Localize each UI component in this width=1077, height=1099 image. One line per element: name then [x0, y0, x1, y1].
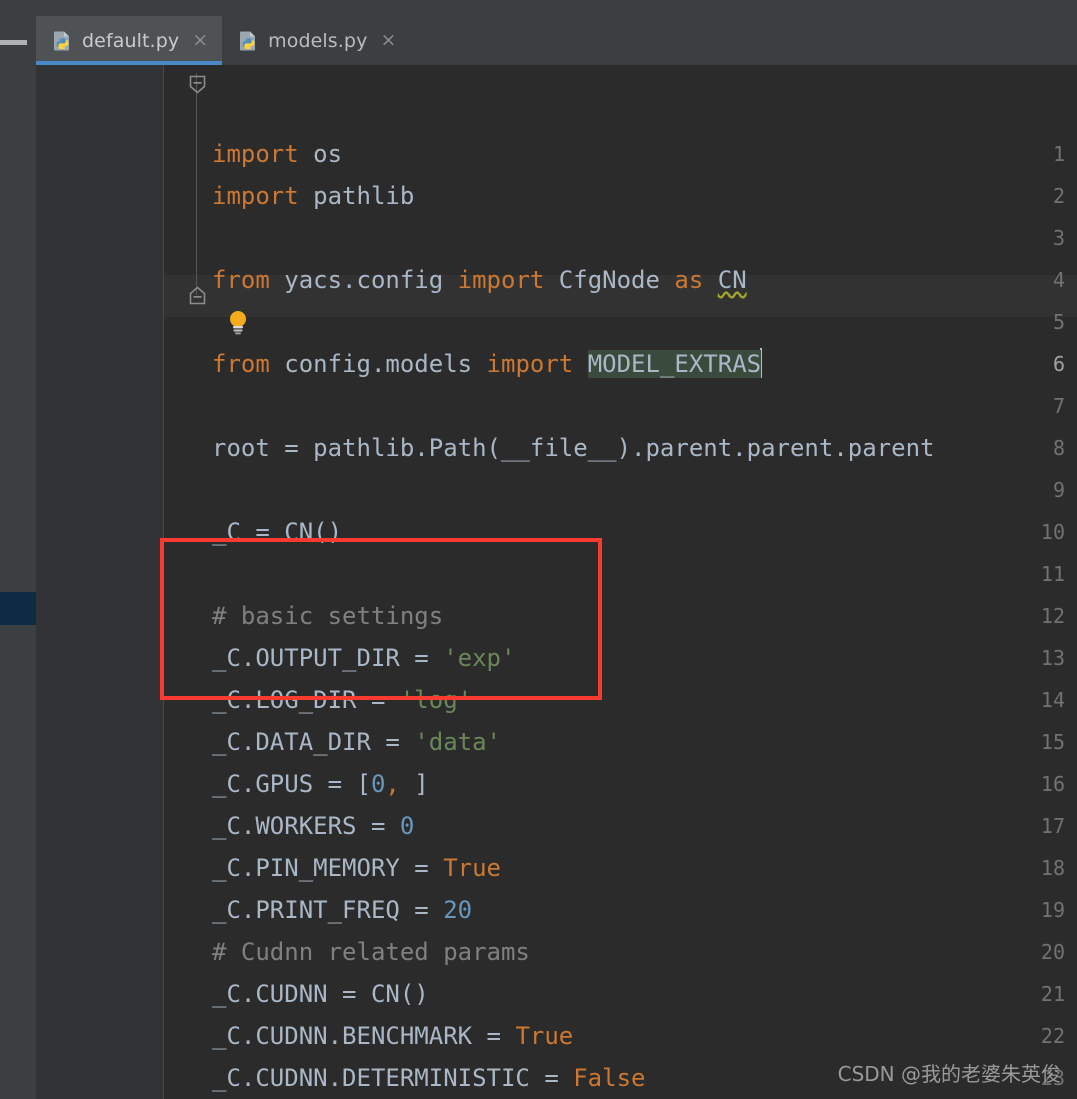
code-line-18: _C.PIN_MEMORY = True — [212, 854, 501, 882]
code-line-21: _C.CUDNN = CN() — [212, 980, 429, 1008]
left-toolwindow-strip-body — [0, 65, 36, 1099]
code-line-17: _C.WORKERS = 0 — [212, 812, 415, 840]
python-file-icon — [52, 30, 73, 51]
code-line-1: import os — [212, 140, 343, 168]
code-line-12: # basic settings — [212, 602, 444, 630]
tab-label: models.py — [268, 29, 368, 52]
code-line-13: _C.OUTPUT_DIR = 'exp' — [212, 644, 516, 672]
watermark: CSDN @我的老婆朱英俊 — [837, 1062, 1061, 1086]
tab-label: default.py — [82, 29, 180, 52]
code-line-19: _C.PRINT_FREQ = 20 — [212, 896, 473, 924]
code-line-22: _C.CUDNN.BENCHMARK = True — [212, 1022, 574, 1050]
code-line-20: # Cudnn related params — [212, 938, 530, 966]
left-toolwindow-strip-top — [0, 0, 36, 65]
ide-window: default.py × models.py × 1 2 3 4 5 6 7 8… — [0, 0, 1077, 1099]
code-line-14: _C.LOG_DIR = 'log' — [212, 686, 473, 714]
tab-default-py[interactable]: default.py × — [36, 16, 223, 65]
editor-row: 1234567891011121314151617181920212223242… — [0, 65, 1077, 1099]
close-icon[interactable]: × — [192, 31, 208, 50]
code-line-23: _C.CUDNN.DETERMINISTIC = False — [212, 1064, 646, 1092]
code-text-layer[interactable]: import os import pathlib from yacs.confi… — [36, 65, 1077, 1099]
code-line-6: from config.models import MODEL_EXTRAS — [212, 348, 763, 378]
code-editor[interactable]: 1234567891011121314151617181920212223242… — [36, 65, 1077, 1099]
minus-icon[interactable] — [0, 40, 27, 45]
code-line-15: _C.DATA_DIR = 'data' — [212, 728, 501, 756]
close-icon[interactable]: × — [380, 31, 396, 50]
code-line-16: _C.GPUS = [0, ] — [212, 770, 429, 798]
top-chrome: default.py × models.py × — [0, 0, 1077, 65]
tab-models-py[interactable]: models.py × — [222, 16, 410, 65]
toolwindow-marker[interactable] — [0, 592, 36, 625]
code-line-8: root = pathlib.Path(__file__).parent.par… — [212, 434, 935, 462]
python-file-icon — [238, 30, 259, 51]
code-line-2: import pathlib — [212, 182, 415, 210]
editor-tabbar: default.py × models.py × — [36, 0, 1077, 65]
code-line-4: from yacs.config import CfgNode as CN — [212, 266, 747, 294]
code-line-10: _C = CN() — [212, 518, 343, 546]
